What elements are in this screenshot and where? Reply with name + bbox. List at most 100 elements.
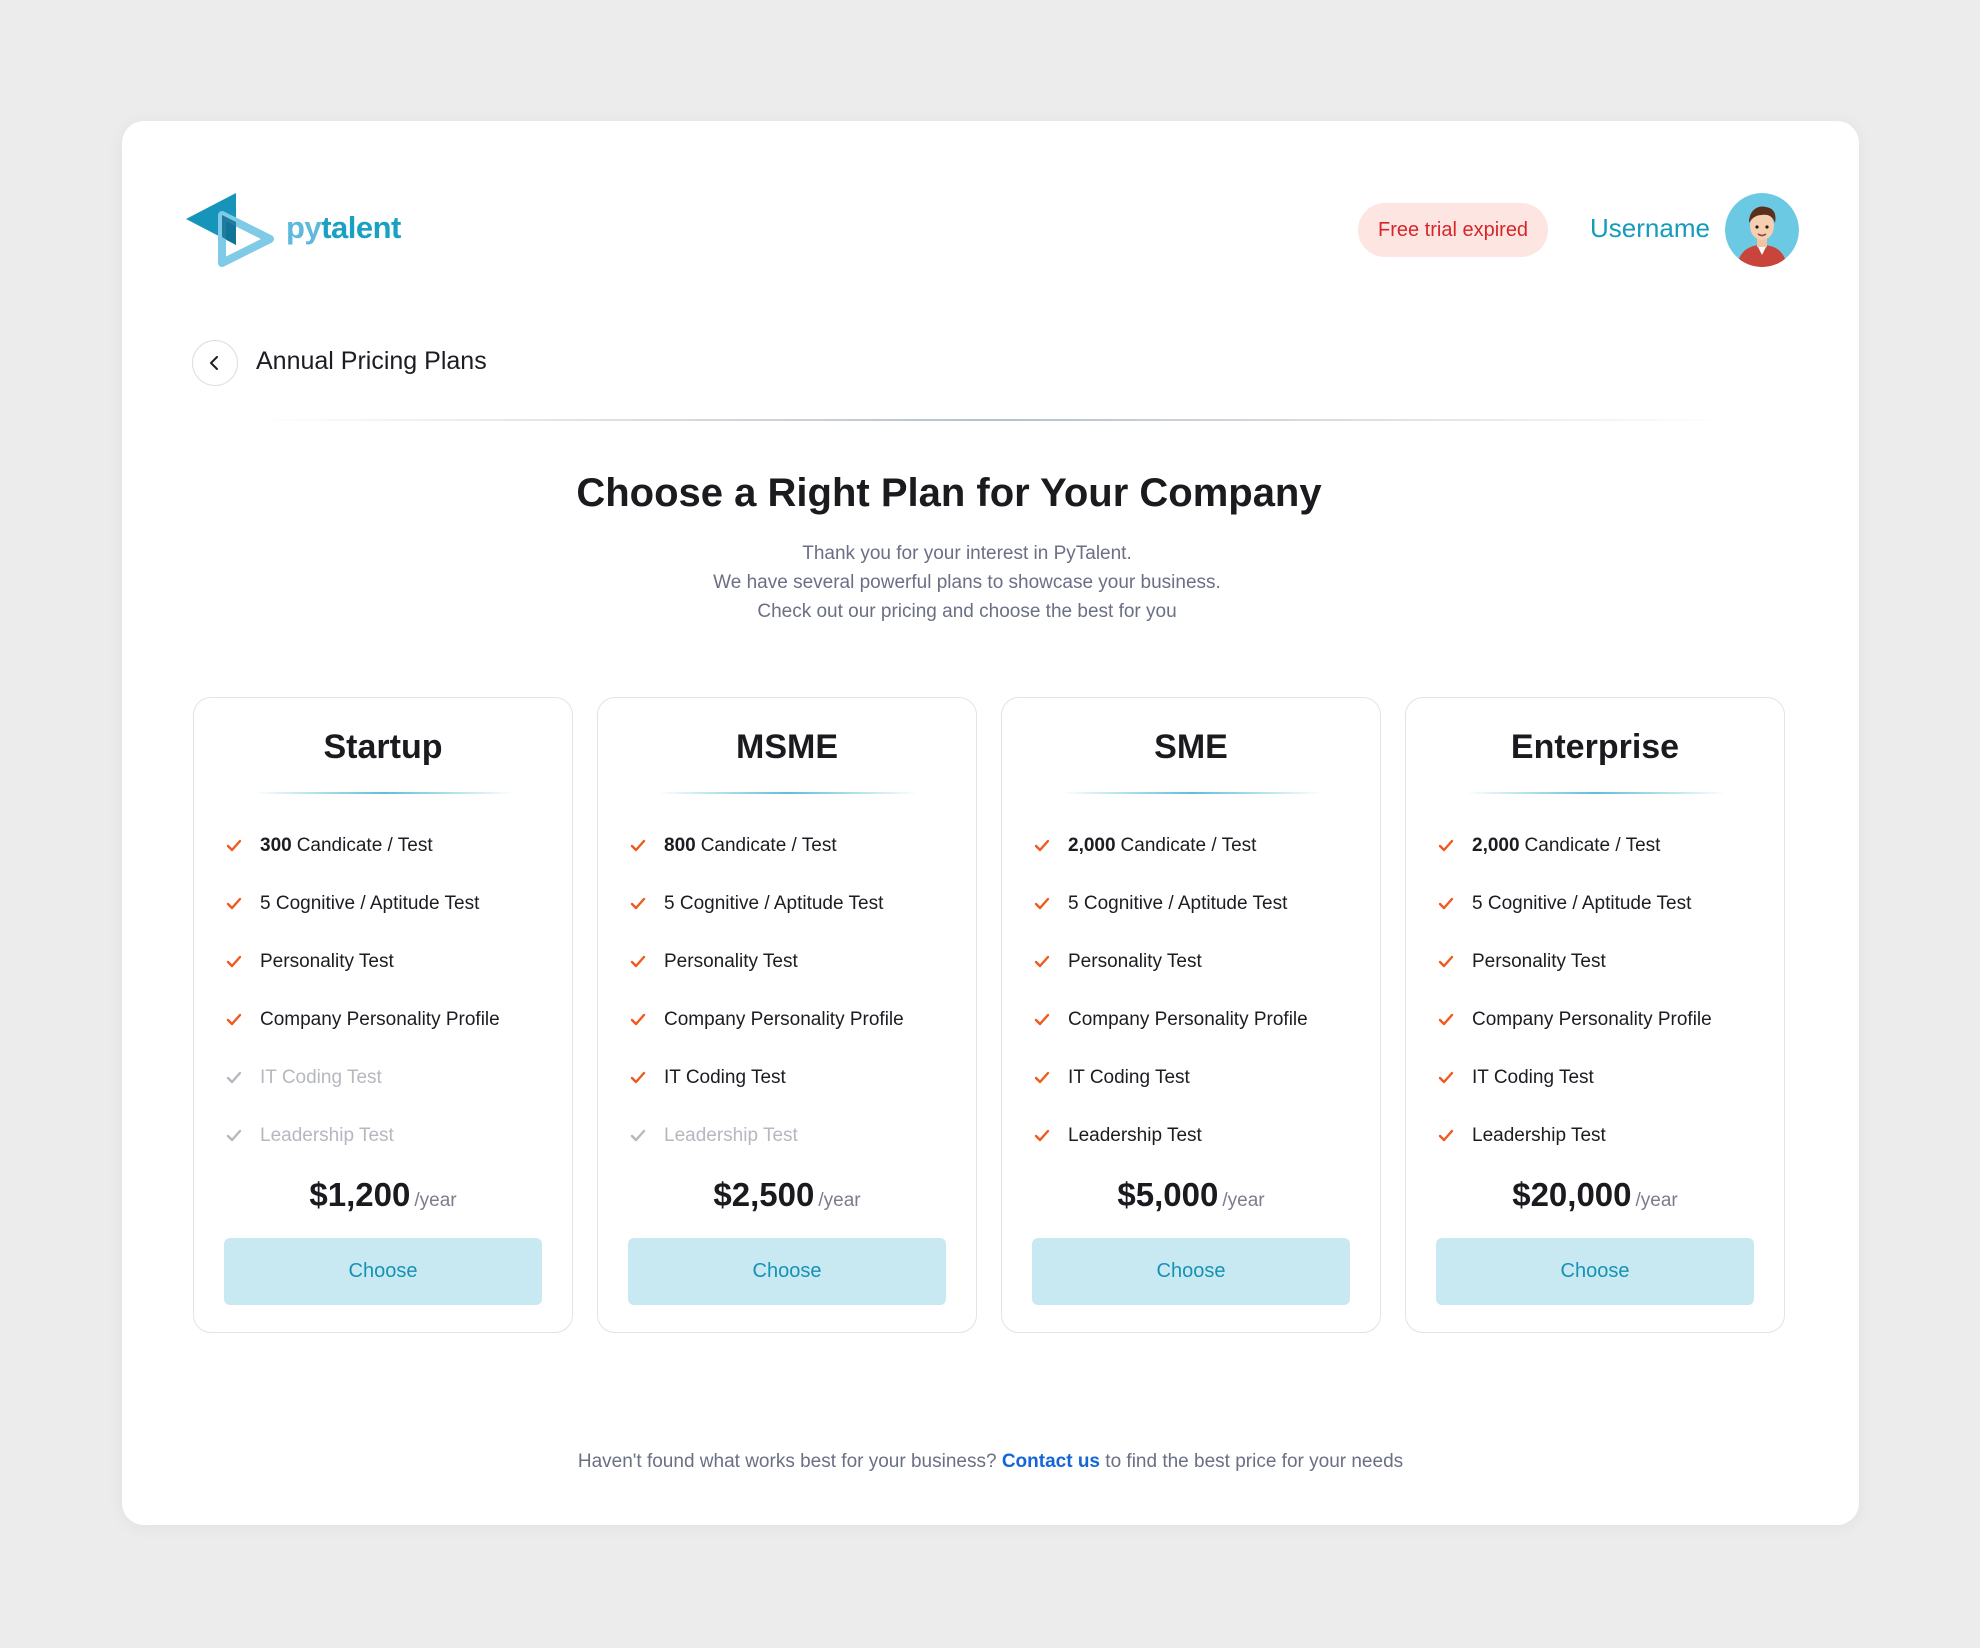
check-icon: [630, 1013, 646, 1026]
feature-text: Personality Test: [1068, 951, 1202, 972]
check-icon: [226, 1071, 242, 1084]
plan-name-underline: [254, 792, 514, 794]
plan-card-msme: MSME 800 Candicate / Test 5 Cognitive / A…: [597, 697, 977, 1333]
feature-item-disabled: IT Coding Test: [224, 1049, 500, 1107]
feature-text: IT Coding Test: [260, 1067, 382, 1088]
check-icon: [1438, 1071, 1454, 1084]
plan-price-row: $5,000/year: [1002, 1176, 1380, 1214]
feature-text: Company Personality Profile: [260, 1009, 500, 1030]
feature-text: Company Personality Profile: [1068, 1009, 1308, 1030]
check-icon: [1438, 955, 1454, 968]
plan-period: /year: [1222, 1190, 1265, 1211]
feature-item: Personality Test: [1032, 933, 1308, 991]
plan-card-startup: Startup 300 Candicate / Test 5 Cognitive …: [193, 697, 573, 1333]
feature-text: IT Coding Test: [1472, 1067, 1594, 1088]
feature-item: Personality Test: [1436, 933, 1712, 991]
check-icon: [226, 839, 242, 852]
plan-name: MSME: [736, 728, 838, 766]
plan-name: Startup: [323, 728, 443, 766]
check-icon: [1034, 839, 1050, 852]
check-icon: [226, 897, 242, 910]
feature-text: Personality Test: [1472, 951, 1606, 972]
feature-item: 5 Cognitive / Aptitude Test: [628, 875, 904, 933]
feature-text: Leadership Test: [664, 1125, 798, 1146]
check-icon: [1438, 1129, 1454, 1142]
contact-us-link[interactable]: Contact us: [1002, 1451, 1100, 1472]
check-icon: [630, 955, 646, 968]
check-icon: [1438, 839, 1454, 852]
check-icon: [1438, 1013, 1454, 1026]
feature-quantity: 2,000: [1068, 835, 1116, 856]
check-icon: [226, 955, 242, 968]
choose-plan-button[interactable]: Choose: [1436, 1238, 1754, 1305]
user-avatar[interactable]: [1725, 193, 1799, 267]
feature-item: Personality Test: [628, 933, 904, 991]
trial-status-badge: Free trial expired: [1358, 203, 1549, 257]
main-panel: pytalent Free trial expired Username Ann…: [122, 121, 1859, 1525]
feature-item: Company Personality Profile: [628, 991, 904, 1049]
choose-plan-button[interactable]: Choose: [224, 1238, 542, 1305]
feature-item: Personality Test: [224, 933, 500, 991]
plan-price-row: $2,500/year: [598, 1176, 976, 1214]
feature-text: Leadership Test: [1068, 1125, 1202, 1146]
hero-subtitle-line: We have several powerful plans to showca…: [713, 572, 1221, 593]
feature-quantity: 2,000: [1472, 835, 1520, 856]
check-icon: [1034, 955, 1050, 968]
plan-card-sme: SME 2,000 Candicate / Test 5 Cognitive / …: [1001, 697, 1381, 1333]
plan-period: /year: [414, 1190, 457, 1211]
hero-subtitle-line: Check out our pricing and choose the bes…: [757, 601, 1177, 622]
check-icon: [1034, 1071, 1050, 1084]
choose-plan-button[interactable]: Choose: [1032, 1238, 1350, 1305]
plan-price: $2,500: [713, 1176, 815, 1213]
hero-subtitle: Thank you for your interest in PyTalent.…: [122, 539, 1812, 626]
plan-name: Enterprise: [1510, 728, 1680, 766]
feature-text: Personality Test: [664, 951, 798, 972]
check-icon: [1034, 1013, 1050, 1026]
hero-subtitle-line: Thank you for your interest in PyTalent.: [802, 543, 1132, 564]
plan-card-enterprise: Enterprise 2,000 Candicate / Test 5 Cogni…: [1405, 697, 1785, 1333]
feature-text: Company Personality Profile: [664, 1009, 904, 1030]
feature-text: IT Coding Test: [1068, 1067, 1190, 1088]
feature-list: 300 Candicate / Test 5 Cognitive / Aptitu…: [224, 817, 500, 1165]
footer-text-after: to find the best price for your needs: [1105, 1451, 1404, 1472]
feature-text: 5 Cognitive / Aptitude Test: [260, 893, 480, 914]
footer-note: Haven't found what works best for your b…: [122, 1451, 1859, 1473]
feature-item: 5 Cognitive / Aptitude Test: [224, 875, 500, 933]
check-icon: [1034, 1129, 1050, 1142]
plan-price: $20,000: [1512, 1176, 1632, 1213]
check-icon: [226, 1013, 242, 1026]
back-button[interactable]: [192, 340, 238, 386]
feature-list: 2,000 Candicate / Test 5 Cognitive / Apti…: [1032, 817, 1308, 1165]
check-icon: [226, 1129, 242, 1142]
feature-text: Candicate / Test: [1120, 835, 1257, 856]
feature-item: Company Personality Profile: [224, 991, 500, 1049]
feature-text: IT Coding Test: [664, 1067, 786, 1088]
plan-price-row: $20,000/year: [1406, 1176, 1784, 1214]
feature-item: 300 Candicate / Test: [224, 817, 500, 875]
plan-period: /year: [1635, 1190, 1678, 1211]
feature-item: IT Coding Test: [628, 1049, 904, 1107]
check-icon: [1438, 897, 1454, 910]
plan-period: /year: [818, 1190, 861, 1211]
feature-text: 5 Cognitive / Aptitude Test: [1472, 893, 1692, 914]
username-label[interactable]: Username: [1590, 213, 1710, 244]
feature-item: Company Personality Profile: [1032, 991, 1308, 1049]
logo-wordmark: pytalent: [286, 210, 401, 246]
feature-text: Leadership Test: [260, 1125, 394, 1146]
feature-item: 2,000 Candicate / Test: [1032, 817, 1308, 875]
feature-item: Leadership Test: [1436, 1107, 1712, 1165]
feature-item: Leadership Test: [1032, 1107, 1308, 1165]
choose-plan-button[interactable]: Choose: [628, 1238, 946, 1305]
header-divider: [252, 419, 1732, 421]
logo-text-py: py: [286, 210, 322, 245]
plan-name-underline: [658, 792, 918, 794]
play-triangle-logo-icon: [186, 193, 274, 267]
feature-text: Company Personality Profile: [1472, 1009, 1712, 1030]
logo-text-talent: talent: [321, 210, 401, 245]
plan-price: $1,200: [309, 1176, 411, 1213]
feature-list: 2,000 Candicate / Test 5 Cognitive / Apti…: [1436, 817, 1712, 1165]
pytalent-logo[interactable]: pytalent: [186, 191, 426, 271]
footer-text-before: Haven't found what works best for your b…: [577, 1451, 997, 1472]
check-icon: [630, 1071, 646, 1084]
chevron-left-icon: [210, 356, 218, 370]
